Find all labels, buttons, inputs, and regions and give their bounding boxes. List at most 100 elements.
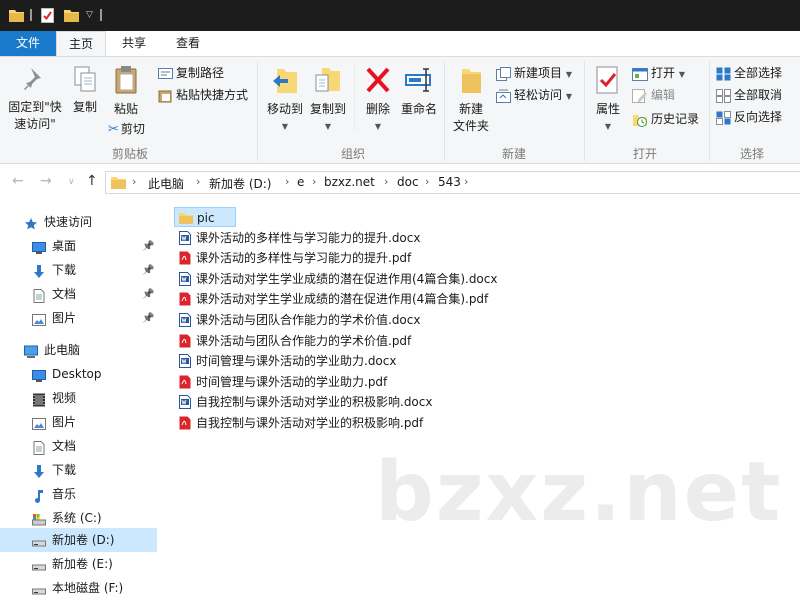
nav-item[interactable]: 图片 📌	[0, 306, 157, 330]
invert-selection-button[interactable]: 反向选择	[716, 107, 782, 127]
chevron-right-icon[interactable]: ›	[464, 175, 468, 188]
tab-file[interactable]: 文件	[0, 31, 56, 56]
breadcrumb-bzxz[interactable]: bzxz.net	[324, 175, 375, 189]
breadcrumb-this-pc[interactable]: 此电脑	[148, 175, 184, 192]
new-folder-button[interactable]: 新建 文件夹	[450, 65, 492, 135]
pin-to-quick-access-button[interactable]: 固定到"快速访问"	[4, 65, 66, 133]
file-item[interactable]: 课外活动的多样性与学习能力的提升.pdf	[174, 248, 574, 268]
nav-item[interactable]: 下载	[0, 458, 157, 482]
breadcrumb-543[interactable]: 543	[438, 175, 461, 189]
up-arrow-icon[interactable]: ↑	[86, 173, 98, 189]
paste-shortcut-button[interactable]: 粘贴快捷方式	[158, 85, 248, 105]
move-to-button[interactable]: 移动到 ▼	[263, 65, 307, 135]
paste-button[interactable]: 粘贴	[106, 65, 146, 118]
copy-icon	[74, 66, 96, 92]
breadcrumb-e[interactable]: e	[297, 175, 304, 189]
new-item-button[interactable]: 新建项目 ▼	[496, 63, 572, 83]
scissors-icon: ✂	[108, 122, 119, 137]
copy-path-button[interactable]: 复制路径	[158, 63, 224, 83]
file-item[interactable]: 自我控制与课外活动对学业的积极影响.docx	[174, 392, 574, 412]
nav-item[interactable]: 下载 📌	[0, 258, 157, 282]
document-icon	[32, 287, 46, 303]
back-arrow-icon[interactable]: ←	[12, 173, 24, 189]
chevron-right-icon[interactable]: ›	[425, 175, 429, 188]
picture-icon	[32, 311, 46, 326]
chevron-down-icon: ▼	[324, 122, 332, 131]
file-item[interactable]: 课外活动与团队合作能力的学术价值.docx	[174, 310, 574, 330]
pin-icon: 📌	[142, 265, 155, 276]
select-all-button[interactable]: 全部选择	[716, 63, 782, 83]
select-none-button[interactable]: 全部取消	[716, 85, 782, 105]
tab-share[interactable]: 共享	[110, 31, 158, 56]
nav-item[interactable]: 文档 📌	[0, 282, 157, 306]
customize-quick-access-icon[interactable]: ▽	[86, 10, 93, 27]
edit-label: 编辑	[651, 88, 676, 102]
select-all-icon	[716, 67, 731, 80]
watermark: bzxz.net	[375, 445, 783, 540]
nav-item[interactable]: 系统 (C:)	[0, 506, 157, 530]
word-document-icon	[178, 313, 192, 327]
nav-item[interactable]: 新加卷 (D:)	[0, 528, 157, 552]
file-name: 课外活动对学生学业成绩的潜在促进作用(4篇合集).pdf	[196, 292, 489, 307]
nav-item-label: 图片	[52, 415, 77, 429]
file-item[interactable]: 时间管理与课外活动的学业助力.pdf	[174, 372, 574, 392]
nav-item[interactable]: 视频	[0, 386, 157, 410]
copy-to-button[interactable]: 复制到 ▼	[306, 65, 350, 135]
copy-path-icon	[158, 68, 173, 79]
file-item[interactable]: 课外活动对学生学业成绩的潜在促进作用(4篇合集).pdf	[174, 289, 574, 309]
pdf-file-icon	[178, 375, 192, 389]
forward-arrow-icon[interactable]: →	[40, 173, 52, 189]
file-item[interactable]: 课外活动与团队合作能力的学术价值.pdf	[174, 331, 574, 351]
chevron-right-icon[interactable]: ›	[285, 175, 289, 188]
chevron-right-icon[interactable]: ›	[196, 175, 200, 188]
folder-icon[interactable]	[9, 9, 24, 22]
history-icon	[633, 115, 647, 127]
clipboard-group-label: 剪贴板	[111, 147, 148, 161]
chevron-right-icon[interactable]: ›	[132, 175, 136, 188]
paste-label: 粘贴	[113, 102, 138, 116]
file-item[interactable]: 自我控制与课外活动对学业的积极影响.pdf	[174, 413, 574, 433]
properties-button[interactable]: 属性 ▼	[590, 65, 626, 135]
breadcrumb-drive-d[interactable]: 新加卷 (D:)	[209, 175, 271, 192]
folder-item[interactable]: pic	[174, 207, 236, 227]
easy-access-button[interactable]: 轻松访问 ▼	[496, 85, 572, 105]
file-item[interactable]: 课外活动对学生学业成绩的潜在促进作用(4篇合集).docx	[174, 269, 574, 289]
breadcrumb-doc[interactable]: doc	[397, 175, 419, 189]
address-bar[interactable]: › 此电脑 › 新加卷 (D:) › e › bzxz.net › doc › …	[105, 171, 800, 194]
nav-item[interactable]: 音乐	[0, 482, 157, 506]
tab-view[interactable]: 查看	[162, 31, 214, 56]
chevron-right-icon[interactable]: ›	[312, 175, 316, 188]
nav-item[interactable]: Desktop	[0, 362, 157, 386]
copy-button[interactable]: 复制	[66, 65, 104, 116]
file-item[interactable]: 课外活动的多样性与学习能力的提升.docx	[174, 228, 574, 248]
chevron-right-icon[interactable]: ›	[384, 175, 388, 188]
history-button[interactable]: 历史记录	[632, 109, 699, 129]
desktop-icon	[32, 239, 46, 254]
pdf-file-icon	[178, 416, 192, 430]
cut-button[interactable]: ✂ 剪切	[108, 119, 145, 139]
delete-button[interactable]: 删除 ▼	[360, 65, 396, 135]
rename-button[interactable]: 重命名	[398, 65, 440, 118]
recent-locations-chevron-icon[interactable]: ∨	[68, 177, 75, 187]
copy-label: 复制	[72, 100, 97, 114]
nav-item[interactable]: 本地磁盘 (F:)	[0, 576, 157, 600]
edit-button[interactable]: 编辑	[632, 85, 675, 105]
nav-item[interactable]: 桌面 📌	[0, 234, 157, 258]
nav-item[interactable]: 新加卷 (E:)	[0, 552, 157, 576]
move-to-label: 移动到	[266, 102, 303, 116]
nav-item[interactable]: 文档	[0, 434, 157, 458]
open-button[interactable]: 打开 ▼	[632, 63, 685, 83]
file-item[interactable]: 时间管理与课外活动的学业助力.docx	[174, 351, 574, 371]
folder-icon	[111, 177, 126, 189]
file-list: pic 课外活动的多样性与学习能力的提升.docx 课外活动的多样性与学习能力的提升…	[160, 200, 800, 600]
properties-icon[interactable]	[41, 8, 54, 23]
tab-home[interactable]: 主页	[56, 31, 106, 57]
pin-icon: 📌	[142, 289, 155, 300]
nav-item[interactable]: 此电脑	[0, 338, 157, 362]
properties-icon	[596, 66, 618, 94]
nav-item[interactable]: 图片	[0, 410, 157, 434]
ribbon-tabs: 文件 主页 共享 查看	[0, 31, 800, 57]
new-folder-icon[interactable]	[64, 9, 79, 22]
nav-item[interactable]: 快速访问	[0, 210, 157, 234]
ribbon: 固定到"快速访问" 复制 粘贴 复制路径 粘贴快捷方式 ✂ 剪切 剪贴板 移动到 …	[0, 56, 800, 164]
